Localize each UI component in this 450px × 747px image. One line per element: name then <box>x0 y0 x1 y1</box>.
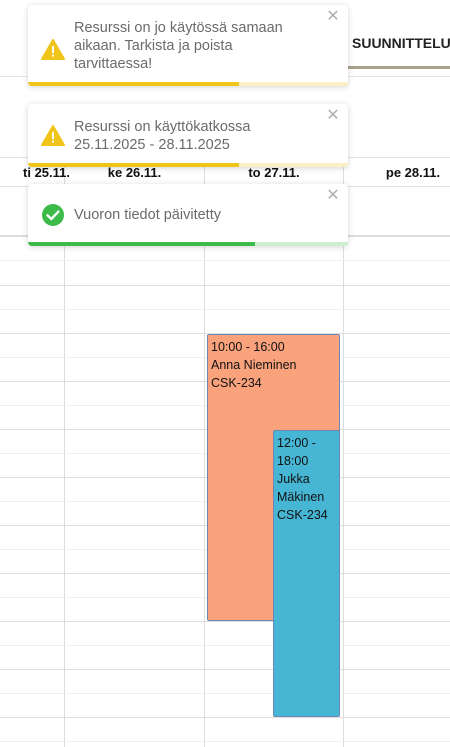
grid-line <box>0 260 450 261</box>
toast-message: Vuoron tiedot päivitetty <box>74 206 320 224</box>
toast-line: aikaan. Tarkista ja poista <box>74 38 233 54</box>
toast-line: 25.11.2025 - 28.11.2025 <box>74 137 230 153</box>
active-tab-indicator <box>344 66 450 69</box>
grid-line <box>0 645 450 646</box>
toast-warning-outage[interactable]: Resurssi on käyttökatkossa 25.11.2025 - … <box>28 104 348 167</box>
day-header-fri[interactable]: pe 28.11. <box>344 158 450 186</box>
toast-progress <box>28 82 348 86</box>
event-time-end: 18:00 <box>277 454 309 468</box>
toast-warning-conflict[interactable]: Resurssi on jo käytössä samaan aikaan. T… <box>28 5 348 86</box>
grid-line <box>0 717 450 718</box>
toast-line: tarvittaessa! <box>74 56 153 72</box>
grid-line <box>0 621 450 622</box>
toast-success-updated[interactable]: Vuoron tiedot päivitetty ✕ <box>28 184 348 246</box>
toast-progress-fill <box>28 242 256 246</box>
toast-progress <box>28 242 348 246</box>
grid-line <box>0 741 450 742</box>
toast-line: Vuoron tiedot päivitetty <box>74 207 221 223</box>
toast-progress-fill <box>28 82 240 86</box>
grid-line <box>0 309 450 310</box>
event-code: CSK-234 <box>277 508 328 522</box>
toast-message: Resurssi on jo käytössä samaan aikaan. T… <box>74 19 320 73</box>
close-icon[interactable]: ✕ <box>326 188 340 204</box>
event-code: CSK-234 <box>211 376 262 390</box>
event-last-name: Mäkinen <box>277 490 325 504</box>
warning-icon <box>41 39 65 60</box>
event-time: 10:00 - 16:00 <box>211 340 285 354</box>
close-icon[interactable]: ✕ <box>326 108 340 124</box>
grid-line <box>0 285 450 286</box>
grid-line <box>0 669 450 670</box>
tab-suunnittelu[interactable]: SUUNNITTELU <box>352 35 450 51</box>
check-circle-icon <box>42 204 64 226</box>
warning-icon <box>41 125 65 146</box>
toast-progress <box>28 163 348 167</box>
grid-line <box>0 693 450 694</box>
toast-line: Resurssi on käyttökatkossa <box>74 119 251 135</box>
event-first-name: Jukka <box>277 472 310 486</box>
toast-progress-fill <box>28 163 240 167</box>
event-time-start: 12:00 - <box>277 436 316 450</box>
close-icon[interactable]: ✕ <box>326 9 340 25</box>
toast-message: Resurssi on käyttökatkossa 25.11.2025 - … <box>74 118 320 154</box>
event-jukka-makinen[interactable]: 12:00 - 18:00 Jukka Mäkinen CSK-234 <box>273 430 340 717</box>
toast-line: Resurssi on jo käytössä samaan <box>74 20 283 36</box>
event-person: Anna Nieminen <box>211 358 297 372</box>
